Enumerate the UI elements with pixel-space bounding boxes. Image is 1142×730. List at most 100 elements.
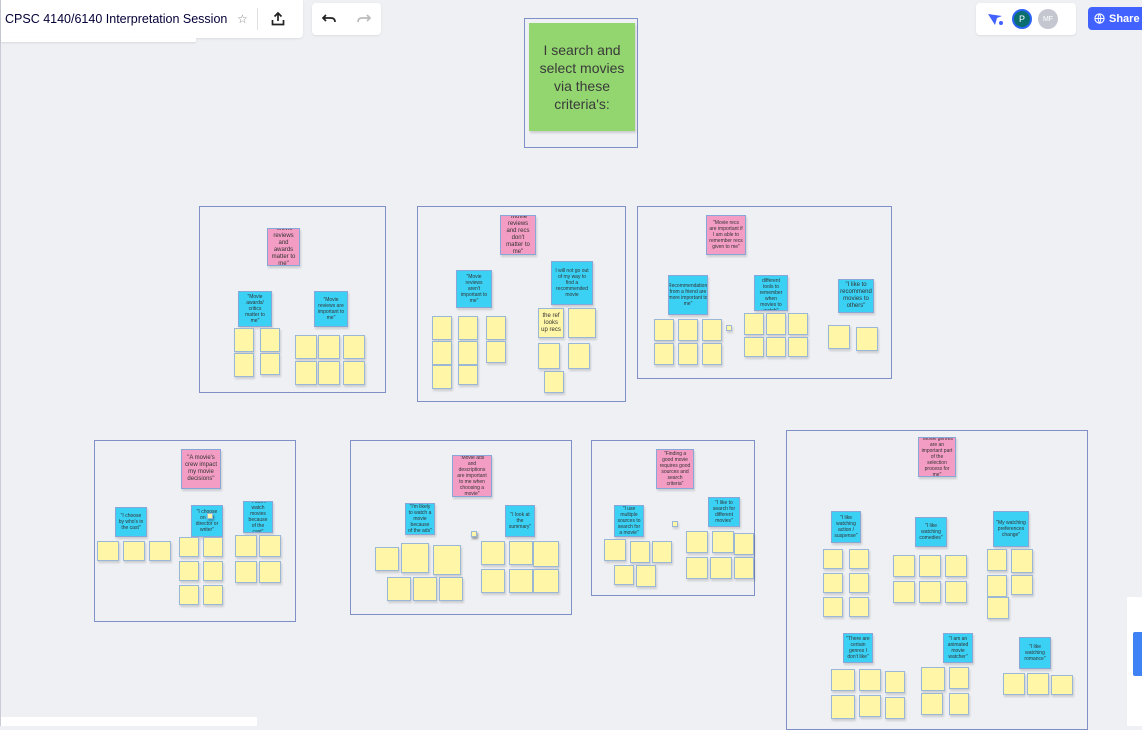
idea-sticky-note[interactable] <box>234 353 254 377</box>
idea-sticky-note[interactable] <box>433 545 461 575</box>
idea-sticky-note[interactable] <box>295 361 317 385</box>
idea-sticky-note[interactable] <box>486 341 506 363</box>
undo-icon[interactable] <box>315 5 343 33</box>
idea-sticky-note[interactable] <box>652 541 672 563</box>
idea-sticky-note[interactable] <box>295 335 317 359</box>
idea-sticky-note[interactable] <box>654 343 674 365</box>
idea-sticky-note[interactable] <box>568 308 596 338</box>
theme-sticky-note[interactable]: "Finding a good movie requires good sour… <box>656 449 694 489</box>
idea-sticky-note[interactable] <box>1027 673 1049 695</box>
category-sticky-note[interactable]: "There are certain genres I don't like" <box>843 633 873 663</box>
idea-sticky-note[interactable] <box>486 316 506 340</box>
idea-sticky-note[interactable] <box>630 541 650 563</box>
idea-sticky-note[interactable] <box>203 585 223 605</box>
avatar[interactable]: P <box>1012 9 1032 29</box>
idea-sticky-note[interactable] <box>987 575 1007 597</box>
theme-sticky-note[interactable]: "Movie reviews and awards matter to me" <box>267 228 300 266</box>
idea-sticky-note[interactable] <box>179 585 199 605</box>
category-sticky-note[interactable]: "Movie awards/ critics matter to me" <box>238 291 272 327</box>
idea-sticky-note[interactable] <box>207 513 213 519</box>
cluster-frame-awards[interactable]: "Movie reviews and awards matter to me" … <box>199 206 386 393</box>
idea-sticky-note[interactable] <box>849 573 869 593</box>
idea-sticky-note[interactable] <box>432 365 452 389</box>
category-sticky-note[interactable]: "I like watching comedies" <box>915 517 947 547</box>
idea-sticky-note[interactable] <box>949 667 969 689</box>
idea-sticky-note[interactable] <box>893 581 915 603</box>
idea-sticky-note[interactable] <box>123 541 145 561</box>
cluster-frame-genres[interactable]: "Movie genres are an important part of t… <box>786 430 1088 730</box>
idea-sticky-note[interactable] <box>766 337 786 357</box>
idea-sticky-note[interactable] <box>1011 549 1033 573</box>
idea-sticky-note[interactable] <box>203 561 223 581</box>
idea-sticky-note[interactable] <box>538 343 560 369</box>
idea-sticky-note[interactable] <box>686 531 708 553</box>
idea-sticky-note[interactable] <box>235 535 257 557</box>
idea-sticky-note[interactable] <box>234 328 254 352</box>
idea-sticky-note[interactable] <box>481 541 505 565</box>
idea-sticky-note[interactable] <box>544 371 564 393</box>
reactions-icon[interactable] <box>984 5 1006 33</box>
idea-sticky-note[interactable] <box>260 353 280 375</box>
idea-sticky-note[interactable] <box>831 669 855 691</box>
idea-sticky-note[interactable] <box>432 316 452 340</box>
idea-sticky-note[interactable] <box>604 539 626 561</box>
share-button[interactable]: Share <box>1088 7 1142 30</box>
idea-sticky-note[interactable] <box>734 533 754 555</box>
idea-sticky-note[interactable] <box>921 667 945 691</box>
theme-sticky-note[interactable]: "Movie ads and descriptions are importan… <box>452 455 492 497</box>
idea-sticky-note[interactable] <box>885 697 905 719</box>
idea-sticky-note[interactable] <box>1003 673 1025 695</box>
category-sticky-note[interactable]: "I like watching romance" <box>1019 637 1051 669</box>
idea-sticky-note[interactable] <box>987 597 1009 619</box>
idea-sticky-note[interactable] <box>949 693 969 715</box>
idea-sticky-note[interactable] <box>856 327 878 351</box>
theme-sticky-note[interactable]: "Movie genres are an important part of t… <box>918 437 956 477</box>
idea-sticky-note[interactable] <box>726 325 732 331</box>
idea-sticky-note[interactable] <box>945 581 967 603</box>
zoom-panel-handle[interactable] <box>1133 632 1142 676</box>
idea-sticky-note[interactable] <box>401 543 429 573</box>
idea-sticky-note[interactable] <box>458 365 478 385</box>
idea-sticky-note[interactable] <box>859 669 881 691</box>
idea-sticky-note[interactable] <box>766 313 786 335</box>
idea-sticky-note[interactable] <box>788 337 808 357</box>
idea-sticky-note[interactable] <box>1011 575 1033 595</box>
category-sticky-note[interactable]: "I am an animated movie watcher" <box>943 633 973 663</box>
idea-sticky-note[interactable] <box>788 313 808 335</box>
idea-sticky-note[interactable] <box>987 549 1007 571</box>
idea-sticky-note[interactable] <box>710 557 732 579</box>
category-sticky-note[interactable]: "I use multiple sources to search for a … <box>614 505 644 537</box>
star-icon[interactable]: ☆ <box>233 5 251 33</box>
theme-sticky-note[interactable]: "A movie's crew impact my movie decision… <box>181 449 221 489</box>
idea-sticky-note[interactable] <box>432 341 452 365</box>
category-sticky-note[interactable]: "Movie reviews aren't important to me" <box>456 270 492 308</box>
idea-sticky-note[interactable] <box>1051 675 1073 695</box>
idea-sticky-note[interactable] <box>828 325 850 349</box>
idea-sticky-note[interactable] <box>509 569 533 593</box>
idea-sticky-note[interactable] <box>686 557 708 579</box>
idea-sticky-note[interactable] <box>849 549 869 569</box>
idea-sticky-note[interactable] <box>919 555 941 577</box>
zoom-panel-edge[interactable] <box>1127 597 1142 726</box>
idea-sticky-note[interactable] <box>712 531 734 553</box>
idea-sticky-note[interactable] <box>945 555 967 577</box>
idea-sticky-note[interactable] <box>823 573 843 593</box>
idea-sticky-note[interactable] <box>734 557 754 579</box>
category-sticky-note[interactable]: "I choose on the director or writer" <box>191 505 223 537</box>
idea-sticky-note[interactable] <box>744 337 764 357</box>
idea-sticky-note[interactable] <box>413 577 437 601</box>
idea-sticky-note[interactable] <box>672 521 678 527</box>
category-sticky-note[interactable]: "I like watching action / suspense" <box>831 511 861 543</box>
idea-sticky-note[interactable] <box>614 565 634 585</box>
category-sticky-note[interactable]: "I like to search for different movies" <box>708 497 740 527</box>
category-sticky-note[interactable]: I will not go out of my way to find a re… <box>551 261 593 305</box>
idea-sticky-note[interactable] <box>533 541 559 567</box>
cluster-frame-remember-recs[interactable]: "Movie recs are important if I am able t… <box>637 206 892 379</box>
whiteboard-canvas[interactable]: CPSC 4140/6140 Interpretation Session ☆ … <box>0 0 1142 730</box>
category-sticky-note[interactable]: "I don't watch movies because of the cas… <box>243 501 273 533</box>
idea-sticky-note[interactable] <box>387 577 411 601</box>
category-sticky-note[interactable]: "I use different tools to remember when … <box>754 275 788 311</box>
idea-sticky-note[interactable] <box>97 541 119 561</box>
idea-sticky-note[interactable] <box>849 597 869 617</box>
idea-sticky-note[interactable] <box>636 565 656 587</box>
